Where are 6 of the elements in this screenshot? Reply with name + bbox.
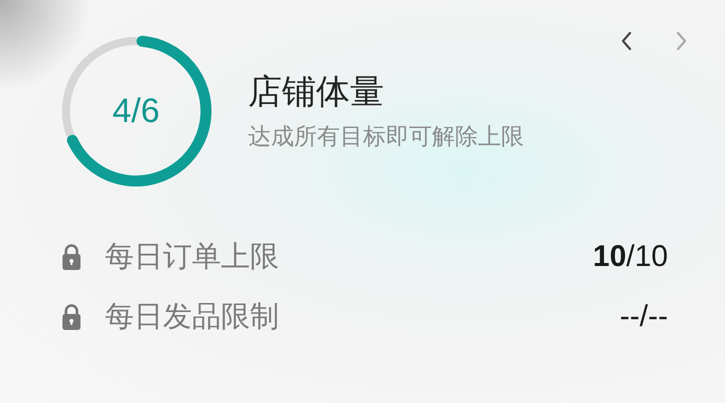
limit-label: 每日发品限制 <box>105 302 279 332</box>
limit-value: 10/10 <box>592 242 668 272</box>
limit-value: --/-- <box>620 302 668 332</box>
title: 店铺体量 <box>248 72 385 114</box>
subtitle: 达成所有目标即可解除上限 <box>248 122 524 151</box>
limit-label: 每日订单上限 <box>105 242 279 272</box>
